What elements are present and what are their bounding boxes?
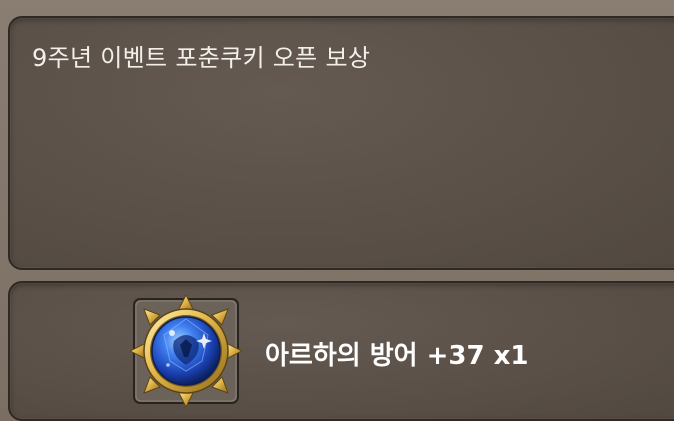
message-panel: 9주년 이벤트 포춘쿠키 오픈 보상 (8, 16, 674, 270)
item-label: 아르하의 방어 +37 x1 (265, 341, 529, 371)
item-slot[interactable] (130, 295, 242, 407)
blue-gem-shield-icon (130, 295, 242, 407)
reward-window: 9주년 이벤트 포춘쿠키 오픈 보상 아르하의 방어 +37 x1 (0, 0, 674, 421)
reward-panel: 아르하의 방어 +37 x1 (8, 281, 674, 421)
message-title: 9주년 이벤트 포춘쿠키 오픈 보상 (32, 44, 371, 72)
